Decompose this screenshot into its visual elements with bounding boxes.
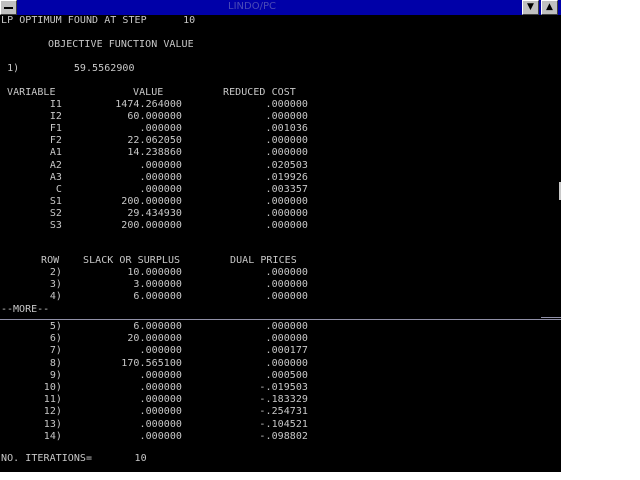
row-slack: .000000 — [139, 406, 182, 418]
row-number: 4) — [49, 291, 62, 303]
variable-reduced-cost: .000000 — [265, 111, 308, 123]
row-dual-price: -.098802 — [259, 430, 308, 442]
row-slack: .000000 — [139, 369, 182, 381]
row-slack: .000000 — [139, 418, 182, 430]
variable-name: S2 — [49, 207, 62, 219]
window-edge-mark — [559, 182, 561, 200]
system-menu-icon — [4, 7, 13, 9]
variable-reduced-cost: .003357 — [265, 183, 308, 195]
row-number: 7) — [49, 345, 62, 357]
variable-reduced-cost: .000000 — [265, 135, 308, 147]
variable-name: F1 — [49, 123, 62, 135]
variable-name: S1 — [49, 195, 62, 207]
row-dual-price: .000000 — [265, 279, 308, 291]
variable-name: S3 — [49, 220, 62, 231]
row-column-header: ROW — [41, 255, 60, 266]
slack-column-header: SLACK OR SURPLUS — [83, 255, 181, 266]
row-number: 3) — [49, 279, 62, 291]
variable-reduced-cost: .000000 — [265, 207, 308, 219]
variable-value: 14.238860 — [127, 147, 182, 159]
row-slack: 10.000000 — [127, 267, 182, 278]
variable-value: 200.000000 — [121, 220, 182, 231]
reduced-cost-column-header: REDUCED COST — [223, 87, 296, 98]
row-dual-price: -.183329 — [259, 394, 308, 406]
row-number: 8) — [49, 357, 62, 369]
row-dual-price: .000000 — [265, 291, 308, 303]
variable-value: 60.000000 — [127, 111, 182, 123]
variable-reduced-cost: .020503 — [265, 159, 308, 171]
page-divider — [0, 319, 561, 320]
row-number: 5) — [49, 321, 62, 332]
dual-prices-column-header: DUAL PRICES — [230, 255, 297, 266]
variable-reduced-cost: .000000 — [265, 99, 308, 110]
row-number: 2) — [49, 267, 62, 278]
row-number: 13) — [43, 418, 62, 430]
iterations-line: NO. ITERATIONS= 10 — [1, 453, 147, 464]
minimize-icon: ▼ — [527, 2, 534, 12]
maximize-icon: ▲ — [546, 2, 553, 12]
maximize-button[interactable]: ▲ — [541, 0, 558, 15]
variable-value: .000000 — [139, 183, 182, 195]
console-window: LINDO/PC ▼ ▲ LP OPTIMUM FOUND AT STEP 10… — [0, 0, 561, 472]
row-dual-price: .000000 — [265, 333, 308, 345]
row-dual-price: .000000 — [265, 357, 308, 369]
row-slack: 20.000000 — [127, 333, 182, 345]
variable-value: 22.062050 — [127, 135, 182, 147]
variable-value: .000000 — [139, 171, 182, 183]
row-number: 14) — [43, 430, 62, 442]
row-slack: 6.000000 — [133, 291, 182, 303]
row-number: 11) — [43, 394, 62, 406]
variable-name: I2 — [49, 111, 62, 123]
row-number: 12) — [43, 406, 62, 418]
row-dual-price: -.254731 — [259, 406, 308, 418]
objective-value-row: 1) 59.5562900 — [1, 63, 135, 74]
variable-reduced-cost: .000000 — [265, 220, 308, 231]
more-prompt[interactable]: --MORE-- — [1, 304, 49, 316]
variable-reduced-cost: .000000 — [265, 195, 308, 207]
divider-edge — [541, 317, 561, 318]
row-dual-price: .000000 — [265, 321, 308, 332]
row-number: 10) — [43, 382, 62, 393]
row-number: 6) — [49, 333, 62, 345]
variable-value: 1474.264000 — [115, 99, 182, 110]
value-column-header: VALUE — [133, 87, 164, 98]
variable-reduced-cost: .000000 — [265, 147, 308, 159]
row-slack: 170.565100 — [121, 357, 182, 369]
variable-name: I1 — [49, 99, 62, 110]
row-slack: .000000 — [139, 345, 182, 357]
variable-value: .000000 — [139, 159, 182, 171]
row-slack: 3.000000 — [133, 279, 182, 291]
title-bar[interactable]: LINDO/PC ▼ ▲ — [0, 0, 561, 15]
row-dual-price: .000177 — [265, 345, 308, 357]
variable-value: 29.434930 — [127, 207, 182, 219]
variable-column-header: VARIABLE — [7, 87, 56, 98]
row-dual-price: -.104521 — [259, 418, 308, 430]
row-slack: 6.000000 — [133, 321, 182, 332]
optimum-found-line: LP OPTIMUM FOUND AT STEP 10 — [1, 15, 196, 26]
row-slack: .000000 — [139, 394, 182, 406]
objective-heading: OBJECTIVE FUNCTION VALUE — [48, 39, 194, 50]
variable-name: C — [55, 183, 62, 195]
variable-name: A1 — [49, 147, 62, 159]
minimize-button[interactable]: ▼ — [522, 0, 539, 15]
row-dual-price: -.019503 — [259, 382, 308, 393]
variable-name: F2 — [49, 135, 62, 147]
row-number: 9) — [49, 369, 62, 381]
row-dual-price: .000500 — [265, 369, 308, 381]
variable-name: A2 — [49, 159, 62, 171]
window-title: LINDO/PC — [228, 1, 276, 12]
row-dual-price: .000000 — [265, 267, 308, 278]
variable-name: A3 — [49, 171, 62, 183]
variable-value: 200.000000 — [121, 195, 182, 207]
variable-value: .000000 — [139, 123, 182, 135]
variable-reduced-cost: .001036 — [265, 123, 308, 135]
row-slack: .000000 — [139, 430, 182, 442]
variable-reduced-cost: .019926 — [265, 171, 308, 183]
system-menu-button[interactable] — [0, 0, 17, 15]
row-slack: .000000 — [139, 382, 182, 393]
